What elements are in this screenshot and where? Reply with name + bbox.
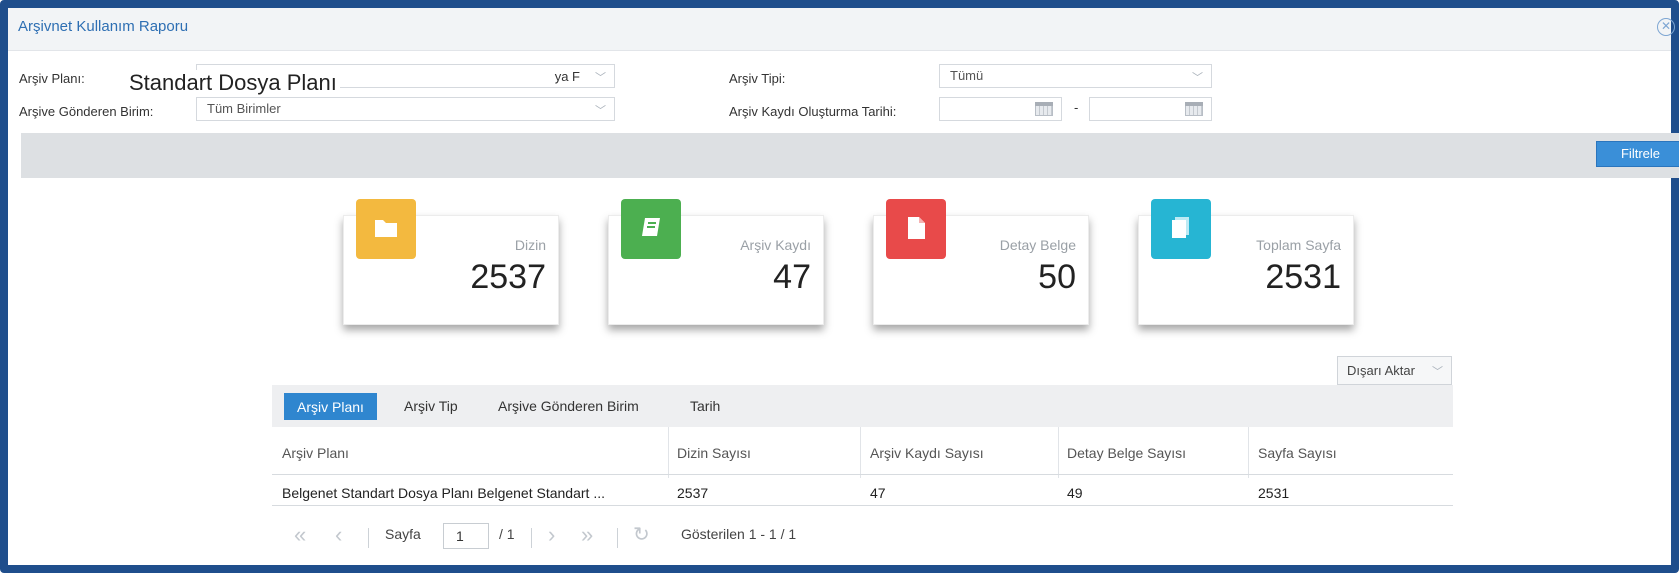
tab-sending-unit[interactable]: Arşive Gönderen Birim: [498, 393, 639, 420]
archive-type-value: Tümü: [950, 68, 984, 83]
page-number-input[interactable]: 1: [443, 523, 489, 549]
filter-button[interactable]: Filtrele: [1596, 141, 1679, 167]
card-value: 50: [1038, 258, 1076, 296]
date-range-separator: -: [1074, 100, 1079, 115]
sending-unit-label: Arşive Gönderen Birim:: [19, 104, 154, 119]
page-label: Sayfa: [385, 526, 421, 542]
chevron-down-icon: ﹀: [1432, 366, 1443, 378]
column-divider: [1248, 427, 1249, 478]
column-divider: [860, 427, 861, 478]
column-divider: [668, 427, 669, 478]
tab-archive-plan[interactable]: Arşiv Planı: [284, 393, 377, 420]
archive-type-select[interactable]: Tümü ﹀: [939, 64, 1212, 88]
archive-type-label: Arşiv Tipi:: [729, 71, 786, 86]
report-tabs: Arşiv Planı Arşiv Tip Arşive Gönderen Bi…: [272, 385, 1453, 427]
cell-record-count: 47: [870, 485, 886, 501]
previous-page-icon[interactable]: ‹: [335, 522, 342, 548]
next-page-icon[interactable]: ›: [548, 522, 555, 548]
summary-card-archive-records: Arşiv Kaydı 47: [608, 199, 824, 325]
pager-separator: [617, 528, 618, 548]
title-bar: Arşivnet Kullanım Raporu ✕: [8, 8, 1675, 51]
table-header-divider: [272, 474, 1453, 475]
export-dropdown-button[interactable]: Dışarı Aktar ﹀: [1337, 356, 1452, 385]
pager-separator: [368, 528, 369, 548]
chevron-down-icon: ﹀: [595, 105, 606, 117]
archive-plan-label: Arşiv Planı:: [19, 71, 85, 86]
tab-archive-type[interactable]: Arşiv Tip: [404, 393, 458, 420]
filter-bar: Filtrele: [21, 133, 1679, 178]
cell-page-count: 2531: [1258, 485, 1290, 501]
pages-icon: [1151, 199, 1211, 259]
refresh-icon[interactable]: ↻: [633, 522, 650, 547]
card-label: Dizin: [514, 237, 546, 253]
book-icon: [621, 199, 681, 259]
pager-status: Gösterilen 1 - 1 / 1: [681, 526, 797, 542]
pager-separator: [531, 528, 532, 548]
column-header-folder-count[interactable]: Dizin Sayısı: [677, 445, 751, 461]
creation-date-label: Arşiv Kaydı Oluşturma Tarihi:: [729, 104, 897, 119]
sending-unit-select[interactable]: Tüm Birimler ﹀: [196, 97, 615, 121]
summary-card-detail-documents: Detay Belge 50: [873, 199, 1089, 325]
tab-date[interactable]: Tarih: [690, 393, 720, 420]
cell-archive-plan: Belgenet Standart Dosya Planı Belgenet S…: [282, 485, 605, 501]
page-total: / 1: [499, 526, 515, 542]
folder-icon: [356, 199, 416, 259]
card-label: Arşiv Kaydı: [740, 237, 811, 253]
date-to-input[interactable]: [1089, 97, 1212, 121]
archive-plan-overlay-text: Standart Dosya Planı: [126, 70, 340, 96]
last-page-icon[interactable]: »: [581, 522, 593, 548]
document-icon: [886, 199, 946, 259]
first-page-icon[interactable]: «: [294, 522, 306, 548]
column-divider: [1058, 427, 1059, 478]
card-value: 2537: [470, 258, 546, 296]
page-number-value: 1: [456, 528, 464, 544]
calendar-icon[interactable]: [1035, 102, 1053, 116]
cell-folder-count: 2537: [677, 485, 709, 501]
card-label: Detay Belge: [999, 237, 1076, 253]
dialog-title: Arşivnet Kullanım Raporu: [18, 18, 189, 35]
card-label: Toplam Sayfa: [1256, 237, 1341, 253]
chevron-down-icon: ﹀: [595, 72, 606, 84]
date-from-input[interactable]: [939, 97, 1062, 121]
column-header-archive-plan[interactable]: Arşiv Planı: [282, 445, 349, 461]
card-value: 47: [773, 258, 811, 296]
archive-plan-value: ya F: [554, 69, 580, 84]
summary-card-folders: Dizin 2537: [343, 199, 559, 325]
card-value: 2531: [1265, 258, 1341, 296]
close-icon[interactable]: ✕: [1657, 18, 1675, 36]
sending-unit-value: Tüm Birimler: [207, 101, 281, 116]
export-label: Dışarı Aktar: [1347, 363, 1415, 378]
report-dialog: Arşivnet Kullanım Raporu ✕ Arşiv Planı: …: [0, 0, 1679, 573]
column-header-page-count[interactable]: Sayfa Sayısı: [1258, 445, 1337, 461]
column-header-detail-count[interactable]: Detay Belge Sayısı: [1067, 445, 1186, 461]
summary-card-total-pages: Toplam Sayfa 2531: [1138, 199, 1354, 325]
calendar-icon[interactable]: [1185, 102, 1203, 116]
table-row-divider: [272, 505, 1453, 506]
chevron-down-icon: ﹀: [1192, 72, 1203, 84]
column-header-record-count[interactable]: Arşiv Kaydı Sayısı: [870, 445, 984, 461]
cell-detail-count: 49: [1067, 485, 1083, 501]
